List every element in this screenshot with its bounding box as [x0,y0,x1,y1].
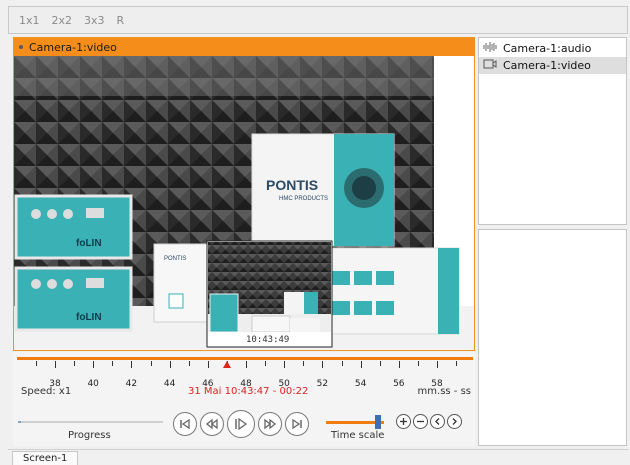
timeline-tick [284,361,286,368]
skip-to-end-button[interactable] [285,412,309,436]
timeline-tick [207,361,209,368]
timeline-tick [322,361,324,368]
play-button[interactable] [227,410,255,438]
timeline-tick-label: 44 [163,379,176,389]
speed-label: Speed: x1 [21,386,72,397]
playback-controls [173,410,309,438]
minus-icon [417,420,424,423]
video-frame[interactable]: PONTIS HMC PRODUCTS foLIN foLIN PONTIS 1… [14,56,474,350]
progress-label: Progress [68,430,111,441]
timeline-tick [303,361,305,366]
timeline-tick [35,361,37,366]
status-dot-icon [19,45,23,49]
audio-waveform-icon [483,41,497,56]
fast-forward-icon [264,418,277,430]
timeline-scale-bar[interactable] [17,357,473,360]
timeline-tick [55,361,56,368]
timeline-tick [417,361,419,366]
timeline-ticks: 38 40 42 44 46 48 50 52 54 56 58 [17,361,473,389]
timeline-tick [93,361,95,368]
video-panel-title: Camera-1:video [29,40,117,54]
source-item-label: Camera-1:audio [503,42,592,55]
timeline-tick-label: 40 [87,379,99,389]
small-device-brand: PONTIS [164,256,186,262]
rewind-icon [205,418,218,430]
timeline-tick [341,361,343,366]
chevron-right-icon [452,418,457,425]
progress-slider[interactable] [18,421,163,423]
timeline-tick [150,361,152,366]
chevron-left-icon [435,418,440,425]
device-label-top: foLIN [76,238,102,249]
tab-screen-1[interactable]: Screen-1 [12,451,79,465]
device-label-bottom: foLIN [76,312,102,323]
timeline-tick-label: 52 [316,379,329,389]
time-scale-label: Time scale [331,430,385,441]
zoom-out-button[interactable] [413,414,428,429]
layout-1x1-button[interactable]: 1x1 [19,14,40,27]
skip-to-start-button[interactable] [173,412,197,436]
timeline-tick-label: 56 [393,379,405,389]
layout-toolbar: 1x1 2x2 3x3 R [8,6,628,34]
time-scale-handle[interactable] [375,415,382,429]
box-brand-subtext: HMC PRODUCTS [279,196,328,202]
timeline-tick-label: 42 [125,379,138,389]
source-item-label: Camera-1:video [503,59,591,72]
plus-icon [400,418,407,425]
timeline-tick [379,361,381,366]
zoom-in-button[interactable] [396,414,411,429]
source-item-video[interactable]: Camera-1:video [479,57,626,74]
scroll-left-button[interactable] [430,414,445,429]
playhead-marker-icon[interactable] [222,361,231,368]
timeline-tick [188,361,190,366]
current-time: 31 Mai 10:43:47 - 00:22 [188,386,309,397]
timeline-panel: 38 40 42 44 46 48 50 52 54 56 58 Speed: x1 31 Mai … [13,352,475,446]
rewind-button[interactable] [200,412,224,436]
timeline-tick [265,361,267,366]
properties-panel [478,229,627,446]
timeline-tick [169,361,171,368]
video-panel-header: Camera-1:video [14,38,474,56]
timeline-tick [246,361,247,368]
video-frame-image: PONTIS HMC PRODUCTS foLIN foLIN PONTIS [14,56,474,350]
fast-forward-button[interactable] [258,412,282,436]
timeline-tick [74,361,76,366]
timeline-tick [360,361,362,368]
timeline-tick [112,361,114,366]
timeline-tick [398,361,400,368]
thumbnail-preview [206,240,333,348]
layout-r-button[interactable]: R [117,14,125,27]
layout-3x3-button[interactable]: 3x3 [84,14,105,27]
source-list: Camera-1:audio Camera-1:video [478,37,627,225]
box-brand-text: PONTIS [266,177,318,193]
timeline-tick [456,361,458,366]
scroll-right-button[interactable] [447,414,462,429]
layout-2x2-button[interactable]: 2x2 [52,14,73,27]
thumbnail-timestamp: 10:43:49 [246,335,290,345]
skip-to-start-icon [180,418,190,430]
timeline-tick-label: 54 [354,379,367,389]
skip-to-end-icon [292,418,302,430]
progress-fill [18,421,21,423]
video-camera-icon [483,58,497,73]
timeline-tick [437,361,438,368]
time-format-label: mm.ss - ss [417,386,471,397]
play-icon [235,417,248,431]
zoom-controls [396,414,462,429]
screen-tab-bar: Screen-1 [8,449,628,465]
video-panel: Camera-1:video PONTIS HMC PRODUCTS foLIN… [13,37,475,351]
source-item-audio[interactable]: Camera-1:audio [479,40,626,57]
timeline-tick [131,361,133,368]
